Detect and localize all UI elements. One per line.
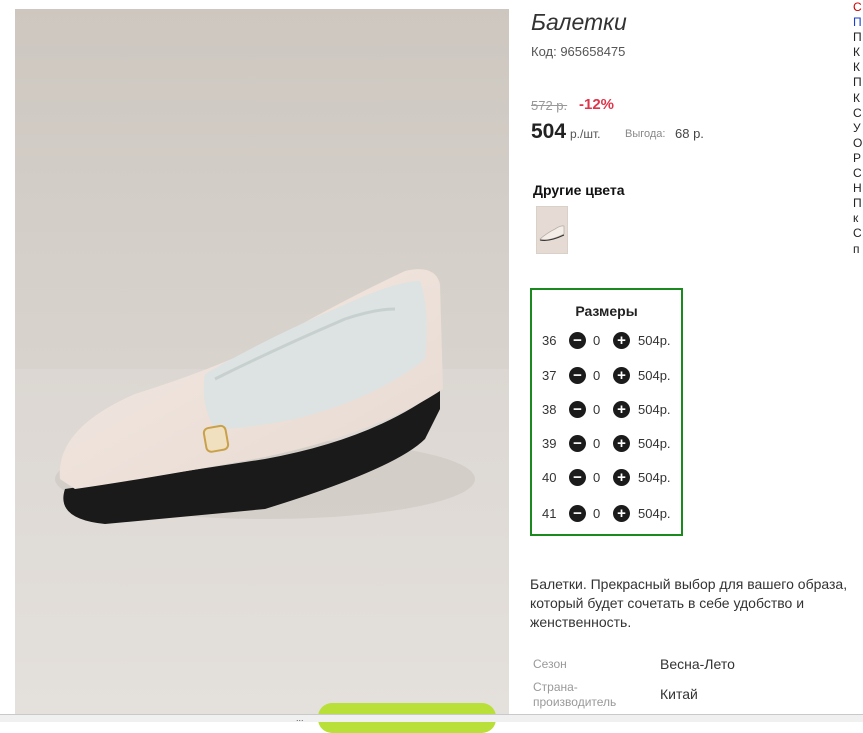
discount-badge: -12%: [579, 96, 615, 113]
right-menu-item[interactable]: П: [853, 30, 863, 45]
quantity-value: 0: [593, 470, 601, 485]
decrease-quantity-button[interactable]: −: [569, 505, 586, 522]
increase-quantity-button[interactable]: +: [613, 435, 630, 452]
old-price: 572 р.: [531, 98, 568, 113]
size-price: 504р.: [638, 402, 671, 417]
product-photo[interactable]: [15, 9, 509, 715]
quantity-value: 0: [593, 333, 601, 348]
spec-value-season: Весна-Лето: [660, 656, 735, 672]
other-colors-heading: Другие цвета: [533, 182, 625, 198]
current-price: 504: [531, 120, 567, 143]
spec-label-country: Страна-производитель: [533, 680, 617, 709]
increase-quantity-button[interactable]: +: [613, 332, 630, 349]
quantity-value: 0: [593, 368, 601, 383]
right-menu-item[interactable]: П: [853, 15, 863, 30]
right-menu-item[interactable]: С: [853, 226, 863, 241]
right-menu-item[interactable]: Р: [853, 151, 863, 166]
size-row: 39 − 0 + 504р.: [532, 434, 681, 454]
right-menu-item[interactable]: Н: [853, 181, 863, 196]
size-price: 504р.: [638, 470, 671, 485]
shoe-image: [15, 9, 509, 715]
size-label: 40: [542, 470, 557, 485]
size-price: 504р.: [638, 506, 671, 521]
scrollbar-grip-icon: ...: [296, 713, 304, 723]
increase-quantity-button[interactable]: +: [613, 505, 630, 522]
size-row: 41 − 0 + 504р.: [532, 504, 681, 524]
size-row: 40 − 0 + 504р.: [532, 468, 681, 488]
right-menu-item[interactable]: К: [853, 45, 863, 60]
right-menu-item[interactable]: О: [853, 136, 863, 151]
sizes-heading: Размеры: [575, 303, 638, 319]
right-menu-item[interactable]: п: [853, 242, 863, 257]
size-label: 36: [542, 333, 557, 348]
right-menu-item[interactable]: К: [853, 60, 863, 75]
product-code: Код: 965658475: [531, 44, 626, 59]
right-menu-item[interactable]: С: [853, 166, 863, 181]
size-label: 41: [542, 506, 557, 521]
right-menu-cropped: С П П К К П К С У О Р С Н П к С п: [853, 0, 863, 257]
price-unit: р./шт.: [570, 127, 601, 141]
spec-value-country: Китай: [660, 686, 698, 702]
right-menu-item[interactable]: П: [853, 75, 863, 90]
decrease-quantity-button[interactable]: −: [569, 401, 586, 418]
savings-label: Выгода:: [625, 128, 666, 140]
quantity-value: 0: [593, 506, 601, 521]
right-menu-item[interactable]: С: [853, 0, 863, 15]
right-menu-item[interactable]: У: [853, 121, 863, 136]
size-price: 504р.: [638, 368, 671, 383]
spec-label-season: Сезон: [533, 657, 567, 671]
size-price: 504р.: [638, 333, 671, 348]
size-label: 37: [542, 368, 557, 383]
size-label: 39: [542, 436, 557, 451]
quantity-value: 0: [593, 402, 601, 417]
decrease-quantity-button[interactable]: −: [569, 332, 586, 349]
quantity-value: 0: [593, 436, 601, 451]
right-menu-item[interactable]: П: [853, 196, 863, 211]
right-menu-item[interactable]: С: [853, 106, 863, 121]
size-row: 38 − 0 + 504р.: [532, 400, 681, 420]
right-menu-item[interactable]: К: [853, 91, 863, 106]
savings-value: 68 р.: [675, 126, 704, 141]
size-row: 36 − 0 + 504р.: [532, 331, 681, 351]
right-menu-item[interactable]: к: [853, 211, 863, 226]
increase-quantity-button[interactable]: +: [613, 367, 630, 384]
decrease-quantity-button[interactable]: −: [569, 469, 586, 486]
product-description: Балетки. Прекрасный выбор для вашего обр…: [530, 576, 848, 630]
decrease-quantity-button[interactable]: −: [569, 367, 586, 384]
sizes-panel: Размеры 36 − 0 + 504р. 37 − 0 + 504р. 38…: [530, 288, 683, 536]
increase-quantity-button[interactable]: +: [613, 469, 630, 486]
size-row: 37 − 0 + 504р.: [532, 366, 681, 386]
decrease-quantity-button[interactable]: −: [569, 435, 586, 452]
size-label: 38: [542, 402, 557, 417]
size-price: 504р.: [638, 436, 671, 451]
increase-quantity-button[interactable]: +: [613, 401, 630, 418]
shoe-thumbnail-image: [537, 207, 567, 253]
color-variant-thumbnail[interactable]: [536, 206, 568, 254]
product-title: Балетки: [531, 9, 627, 35]
